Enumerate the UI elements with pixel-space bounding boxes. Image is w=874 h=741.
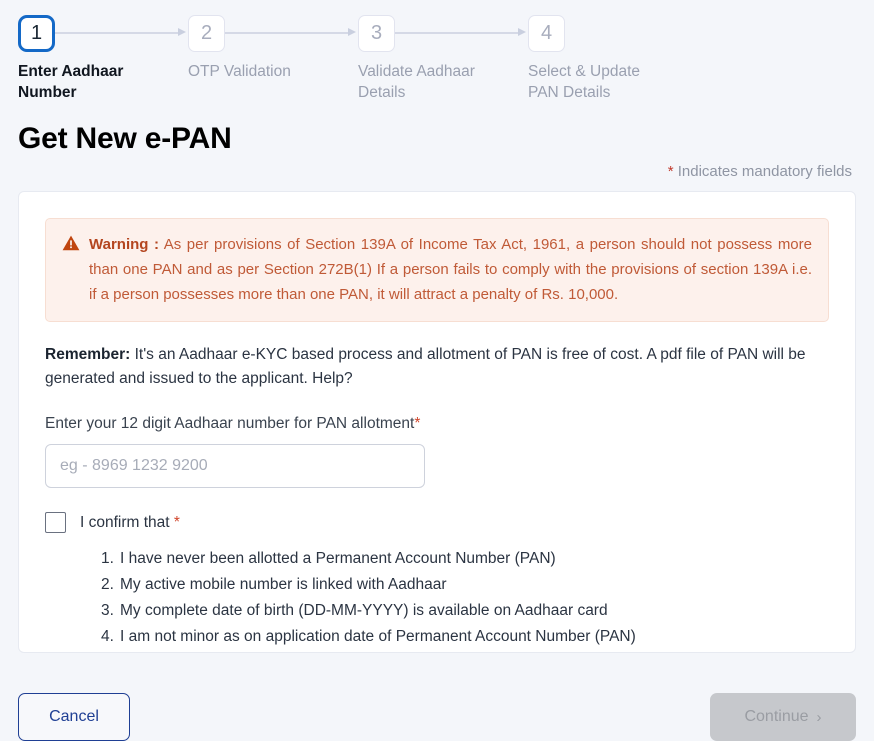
aadhaar-required-star: *: [414, 415, 421, 432]
step-connector-1-2: [55, 27, 188, 39]
step-2-number: 2: [188, 14, 225, 52]
connector-arrow-icon: [518, 28, 526, 37]
step-3-validate-aadhaar-details[interactable]: 3 Validate Aadhaar Details: [358, 11, 528, 103]
condition-text: I have never been allotted a Permanent A…: [120, 550, 556, 567]
continue-button-label: Continue: [744, 708, 809, 725]
warning-message: Warning : As per provisions of Section 1…: [89, 232, 812, 307]
remember-note: Remember: It's an Aadhaar e-KYC based pr…: [45, 322, 829, 391]
mandatory-fields-note: * Indicates mandatory fields: [18, 157, 856, 180]
condition-number: 2.: [101, 576, 114, 593]
step-1-number: 1: [18, 14, 55, 52]
step-4-boxrow: 4: [528, 11, 698, 55]
continue-button[interactable]: Continue ›: [710, 693, 856, 741]
mandatory-note-text: Indicates mandatory fields: [673, 163, 852, 180]
confirm-label-text: I confirm that: [80, 513, 174, 531]
step-3-boxrow: 3: [358, 11, 528, 55]
condition-number: 1.: [101, 550, 114, 567]
list-item: 3. My complete date of birth (DD-MM-YYYY)…: [101, 598, 829, 624]
connector-arrow-icon: [348, 28, 356, 37]
step-connector-3-4: [395, 27, 528, 39]
step-4-number: 4: [528, 14, 565, 52]
condition-number: 4.: [101, 628, 114, 645]
warning-label: Warning :: [89, 236, 159, 253]
list-item: 4. I am not minor as on application date …: [101, 624, 829, 650]
cancel-button[interactable]: Cancel: [18, 693, 130, 741]
list-item: 2. My active mobile number is linked with…: [101, 572, 829, 598]
confirm-row: I confirm that *: [45, 488, 829, 533]
list-item: 1. I have never been allotted a Permanent…: [101, 546, 829, 572]
step-2-label: OTP Validation: [188, 63, 291, 80]
epan-application-page: 1 Enter Aadhaar Number 2 OTP Validation …: [0, 0, 874, 741]
connector-line-icon: [225, 32, 349, 34]
step-1-label: Enter Aadhaar Number: [18, 63, 124, 101]
connector-line-icon: [395, 32, 519, 34]
step-3-number: 3: [358, 14, 395, 52]
warning-banner: Warning : As per provisions of Section 1…: [45, 218, 829, 322]
remember-body: It's an Aadhaar e-KYC based process and …: [45, 346, 806, 387]
warning-body: As per provisions of Section 139A of Inc…: [89, 236, 812, 303]
connector-line-icon: [55, 32, 179, 34]
form-footer: Cancel Continue ›: [18, 693, 856, 741]
condition-text: I am not minor as on application date of…: [120, 628, 636, 645]
aadhaar-number-input[interactable]: [45, 444, 425, 488]
step-4-label: Select & Update PAN Details: [528, 63, 641, 101]
progress-stepper: 1 Enter Aadhaar Number 2 OTP Validation …: [18, 0, 856, 104]
step-2-boxrow: 2: [188, 11, 358, 55]
confirm-label: I confirm that *: [80, 514, 180, 532]
step-1-enter-aadhaar-number[interactable]: 1 Enter Aadhaar Number: [18, 11, 188, 103]
remember-label: Remember:: [45, 346, 131, 363]
aadhaar-label-text: Enter your 12 digit Aadhaar number for P…: [45, 415, 415, 432]
step-1-boxrow: 1: [18, 11, 188, 55]
aadhaar-input-label: Enter your 12 digit Aadhaar number for P…: [45, 391, 829, 433]
step-connector-2-3: [225, 27, 358, 39]
chevron-right-icon: ›: [816, 708, 822, 726]
connector-arrow-icon: [178, 28, 186, 37]
confirm-required-star: *: [173, 513, 180, 531]
step-4-select-update-pan-details[interactable]: 4 Select & Update PAN Details: [528, 11, 698, 103]
step-3-label: Validate Aadhaar Details: [358, 63, 475, 101]
page-title: Get New e-PAN: [18, 122, 232, 155]
confirm-conditions-list: 1. I have never been allotted a Permanent…: [45, 533, 829, 650]
warning-triangle-icon: [62, 235, 80, 256]
confirm-checkbox[interactable]: [45, 512, 66, 533]
condition-text: My active mobile number is linked with A…: [120, 576, 447, 593]
step-2-otp-validation[interactable]: 2 OTP Validation: [188, 11, 358, 82]
condition-text: My complete date of birth (DD-MM-YYYY) i…: [120, 602, 608, 619]
condition-number: 3.: [101, 602, 114, 619]
form-card: Warning : As per provisions of Section 1…: [18, 191, 856, 653]
